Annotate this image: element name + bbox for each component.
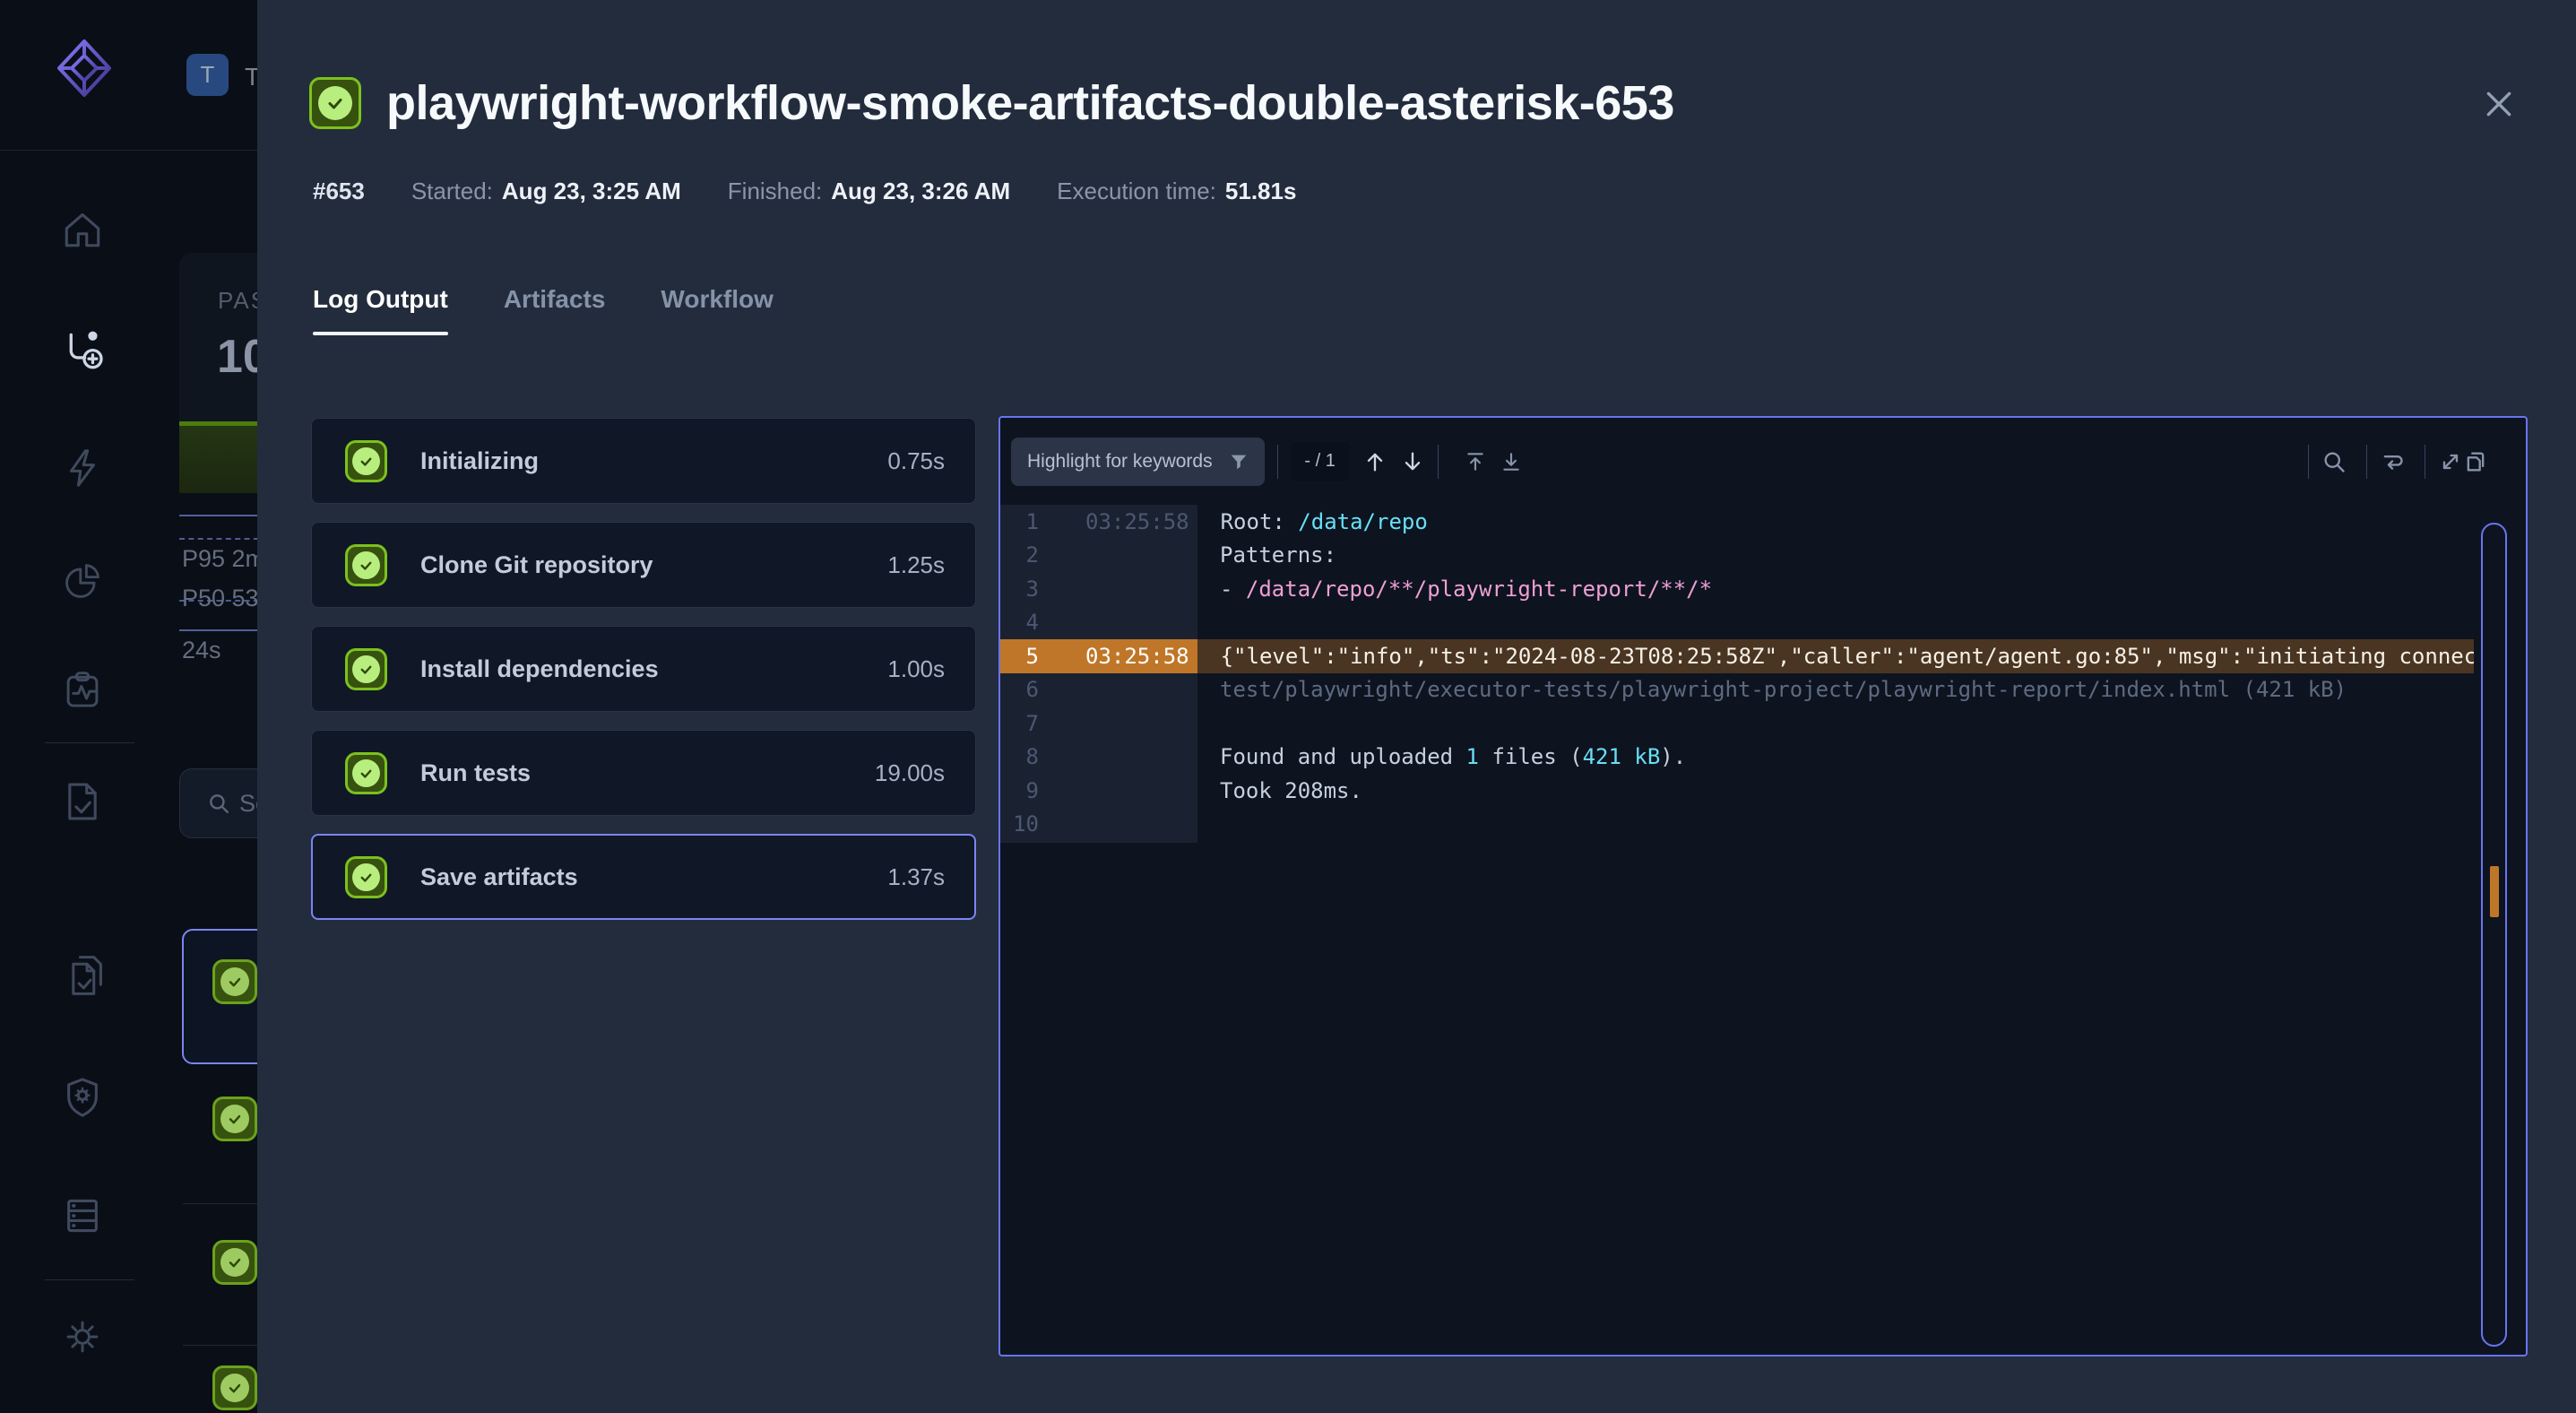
execution-title: playwright-workflow-smoke-artifacts-doub… [386,75,1674,131]
next-match-button[interactable] [1400,449,1425,474]
step-run-tests[interactable]: Run tests 19.00s [311,730,976,816]
jump-to-bottom-icon [1500,450,1523,473]
step-install-dependencies[interactable]: Install dependencies 1.00s [311,626,976,712]
step-duration: 1.00s [887,655,945,683]
filter-funnel-icon [1229,452,1249,472]
jump-to-bottom-button[interactable] [1500,450,1523,473]
word-wrap-icon [2380,449,2405,474]
match-counter: - / 1 [1291,442,1350,481]
step-initializing[interactable]: Initializing 0.75s [311,418,976,504]
jump-to-top-icon [1464,450,1487,473]
started-value: Aug 23, 3:25 AM [502,178,681,205]
arrow-down-icon [1400,449,1425,474]
execution-status-passed-icon [309,77,361,129]
metric-card: PAS 10 [179,253,257,421]
step-status-passed-icon [345,856,387,898]
expand-fullscreen-button[interactable] [2438,449,2463,474]
p95-label: P95 2m [182,545,257,573]
toolbar-divider [2366,445,2367,479]
drawer-header: playwright-workflow-smoke-artifacts-doub… [309,75,1674,131]
log-viewer: Highlight for keywords - / 1 [998,416,2528,1357]
previous-match-button[interactable] [1362,449,1387,474]
log-line[interactable]: 2Patterns: [1000,539,2526,573]
log-line[interactable]: 4 [1000,606,2526,640]
log-line[interactable]: 103:25:58Root: /data/repo [1000,505,2526,539]
step-status-passed-icon [345,544,387,586]
toolbar-divider [1277,445,1278,479]
log-line[interactable]: 8Found and uploaded 1 files (421 kB). [1000,741,2526,775]
step-save-artifacts[interactable]: Save artifacts 1.37s [311,834,976,920]
pass-rate-chart [179,421,257,493]
execution-time-value: 51.81s [1225,178,1297,205]
step-list: Initializing 0.75s Clone Git repository … [311,418,976,938]
toolbar-divider [1438,445,1439,479]
log-lines: 103:25:58Root: /data/repo 2Patterns: 3- … [1000,505,2526,841]
list-divider [183,1203,257,1204]
finished-value: Aug 23, 3:26 AM [831,178,1010,205]
step-status-passed-icon [345,648,387,690]
search-log-button[interactable] [2321,449,2347,474]
duration-label: 24s [182,637,221,664]
background-page: T Te [0,0,257,1413]
log-line[interactable]: 7 [1000,706,2526,741]
list-divider [183,1345,257,1346]
log-line-highlighted[interactable]: 503:25:58{"level":"info","ts":"2024-08-2… [1000,639,2474,673]
tab-log-output[interactable]: Log Output [313,285,448,335]
close-icon [2481,86,2517,122]
log-scrollbar[interactable] [2481,523,2507,1347]
step-clone-git-repository[interactable]: Clone Git repository 1.25s [311,522,976,608]
run-status-passed-icon [212,1097,257,1141]
execution-meta: #653 Started: Aug 23, 3:25 AM Finished: … [313,178,1296,205]
log-toolbar: Highlight for keywords - / 1 [1000,418,2526,505]
chart-line [179,515,257,516]
step-duration: 19.00s [875,759,945,787]
search-icon [207,792,230,815]
step-status-passed-icon [345,440,387,482]
step-status-passed-icon [345,752,387,794]
metric-label: PAS [218,287,257,315]
run-status-passed-icon [212,1365,257,1410]
copy-log-button[interactable] [2463,449,2488,474]
run-number: #653 [313,178,365,205]
chart-dashed-line [179,538,257,540]
expand-icon [2438,449,2463,474]
scrollbar-highlight-marker[interactable] [2490,866,2499,917]
chart-line [179,629,257,631]
copy-icon [2463,449,2488,474]
jump-to-top-button[interactable] [1464,450,1487,473]
execution-drawer: playwright-workflow-smoke-artifacts-doub… [257,0,2576,1413]
drawer-tabs: Log Output Artifacts Workflow [313,285,774,335]
finished-label: Finished: [728,178,823,205]
step-duration: 0.75s [887,447,945,475]
search-icon [2321,449,2347,474]
arrow-up-icon [1362,449,1387,474]
run-status-passed-icon [212,959,257,1004]
highlight-keywords-dropdown[interactable]: Highlight for keywords [1011,438,1265,486]
execution-time-label: Execution time: [1057,178,1216,205]
log-line[interactable]: 10 [1000,808,2526,842]
search-input[interactable]: Se [179,768,257,838]
started-label: Started: [411,178,493,205]
log-line[interactable]: 9Took 208ms. [1000,774,2526,808]
tab-workflow[interactable]: Workflow [661,285,773,335]
tab-artifacts[interactable]: Artifacts [504,285,606,335]
p50-label: P50 53s [182,585,257,612]
toolbar-divider [2308,445,2309,479]
word-wrap-button[interactable] [2380,449,2405,474]
close-button[interactable] [2477,82,2520,126]
metric-value: 10 [217,330,257,384]
log-line[interactable]: 6test/playwright/executor-tests/playwrig… [1000,673,2526,707]
log-line[interactable]: 3- /data/repo/**/playwright-report/**/* [1000,572,2526,606]
step-duration: 1.25s [887,551,945,579]
step-duration: 1.37s [887,863,945,891]
run-status-passed-icon [212,1240,257,1285]
dimmed-dashboard: PAS 10 P95 2m P50 53s 24s Se [0,0,257,1413]
